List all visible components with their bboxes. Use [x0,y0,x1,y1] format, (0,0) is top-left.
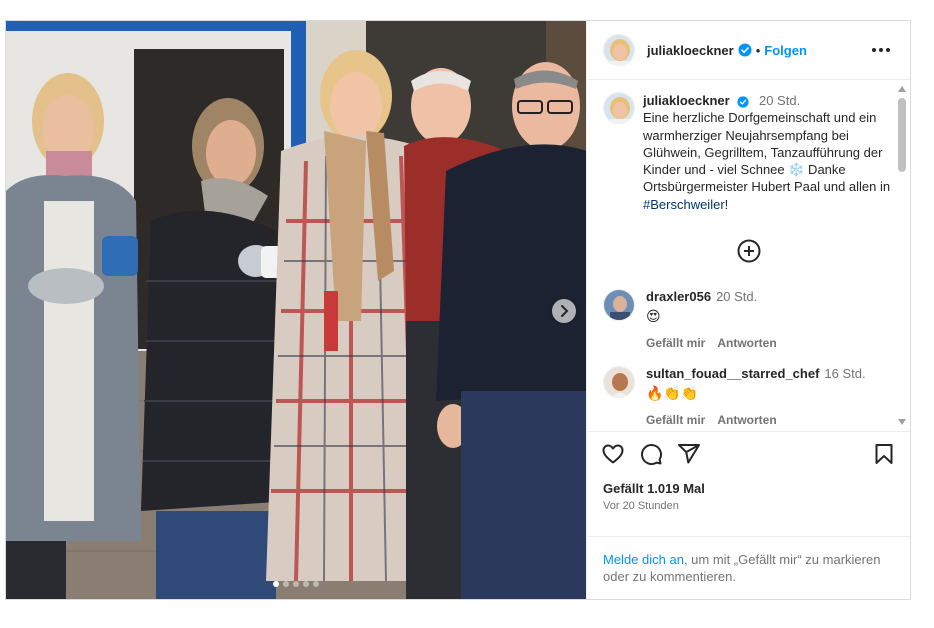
comment-body: draxler056 20 Std. 😍 Gefällt mir Antworte… [646,289,777,350]
load-more-comments[interactable] [603,239,894,263]
comment-icon[interactable] [639,442,663,471]
carousel-dot [283,581,289,587]
comments-panel[interactable]: juliakloeckner 20 Std. Eine herzliche Do… [587,80,910,431]
avatar-image [604,367,634,398]
post-timestamp: Vor 20 Stunden [603,500,679,512]
post-modal: juliakloeckner • Folgen juliakloeckner 2… [5,20,911,600]
share-icon[interactable] [677,442,701,471]
caption-end: ! [724,196,729,212]
header-separator: • [755,42,761,58]
bookmark-icon[interactable] [872,442,896,471]
carousel-dot [293,581,299,587]
carousel-indicator [6,581,586,587]
comment-username[interactable]: draxler056 [646,289,711,304]
carousel-dot [273,581,279,587]
more-options-icon[interactable] [868,44,894,56]
commenter-avatar[interactable] [603,289,635,322]
avatar-image [604,35,634,65]
comment-text: 😍 [646,308,661,325]
comment-like-button[interactable]: Gefällt mir [646,336,705,350]
verified-badge-icon [738,43,752,57]
commenter-avatar[interactable] [603,366,635,399]
post-sidebar: juliakloeckner • Folgen juliakloeckner 2… [586,21,910,599]
comment-item: sultan_fouad__starred_chef 16 Std. 🔥👏👏 Ge… [603,366,894,427]
plus-circle-icon [737,239,760,263]
carousel-dot [313,581,319,587]
comment-time: 20 Std. [716,289,758,305]
caption-username[interactable]: juliakloeckner [643,93,730,108]
post-photo[interactable] [6,21,586,599]
caption-body: juliakloeckner 20 Std. Eine herzliche Do… [643,92,894,213]
likes-count[interactable]: Gefällt 1.019 Mal [587,481,910,496]
caption-time: 20 Std. [758,93,801,108]
comment-username[interactable]: sultan_fouad__starred_chef [646,366,819,381]
avatar-image [604,93,634,123]
verified-badge-icon [737,95,749,108]
caption-author-avatar[interactable] [603,92,635,124]
post-caption: juliakloeckner 20 Std. Eine herzliche Do… [603,92,894,213]
comment-like-button[interactable]: Gefällt mir [646,413,705,427]
group-photo-image [6,21,586,599]
comment-reply-button[interactable]: Antworten [717,413,776,427]
author-avatar[interactable] [603,34,635,66]
caption-text: Eine herzliche Dorfgemeinschaft und ein … [643,110,891,195]
login-link[interactable]: Melde dich an [603,552,684,567]
scrollbar-thumb[interactable] [898,98,906,172]
heart-icon[interactable] [601,442,625,471]
carousel-dot [303,581,309,587]
author-username[interactable]: juliakloeckner [647,43,734,58]
comment-text: 🔥👏👏 [646,385,699,402]
next-slide-button[interactable] [552,299,576,323]
login-prompt: Melde dich an, um mit „Gefällt mir“ zu m… [587,536,910,599]
scroll-down-arrow[interactable] [898,419,906,425]
chevron-right-icon [561,305,569,317]
post-header: juliakloeckner • Folgen [587,21,910,80]
avatar-image [604,290,634,321]
comment-reply-button[interactable]: Antworten [717,336,776,350]
follow-button[interactable]: Folgen [764,43,807,58]
comment-item: draxler056 20 Std. 😍 Gefällt mir Antworte… [603,289,894,350]
hashtag-link[interactable]: #Berschweiler [643,197,725,212]
scroll-up-arrow[interactable] [898,86,906,92]
action-bar [587,431,910,481]
comment-body: sultan_fouad__starred_chef 16 Std. 🔥👏👏 Ge… [646,366,866,427]
comment-time: 16 Std. [824,366,866,382]
